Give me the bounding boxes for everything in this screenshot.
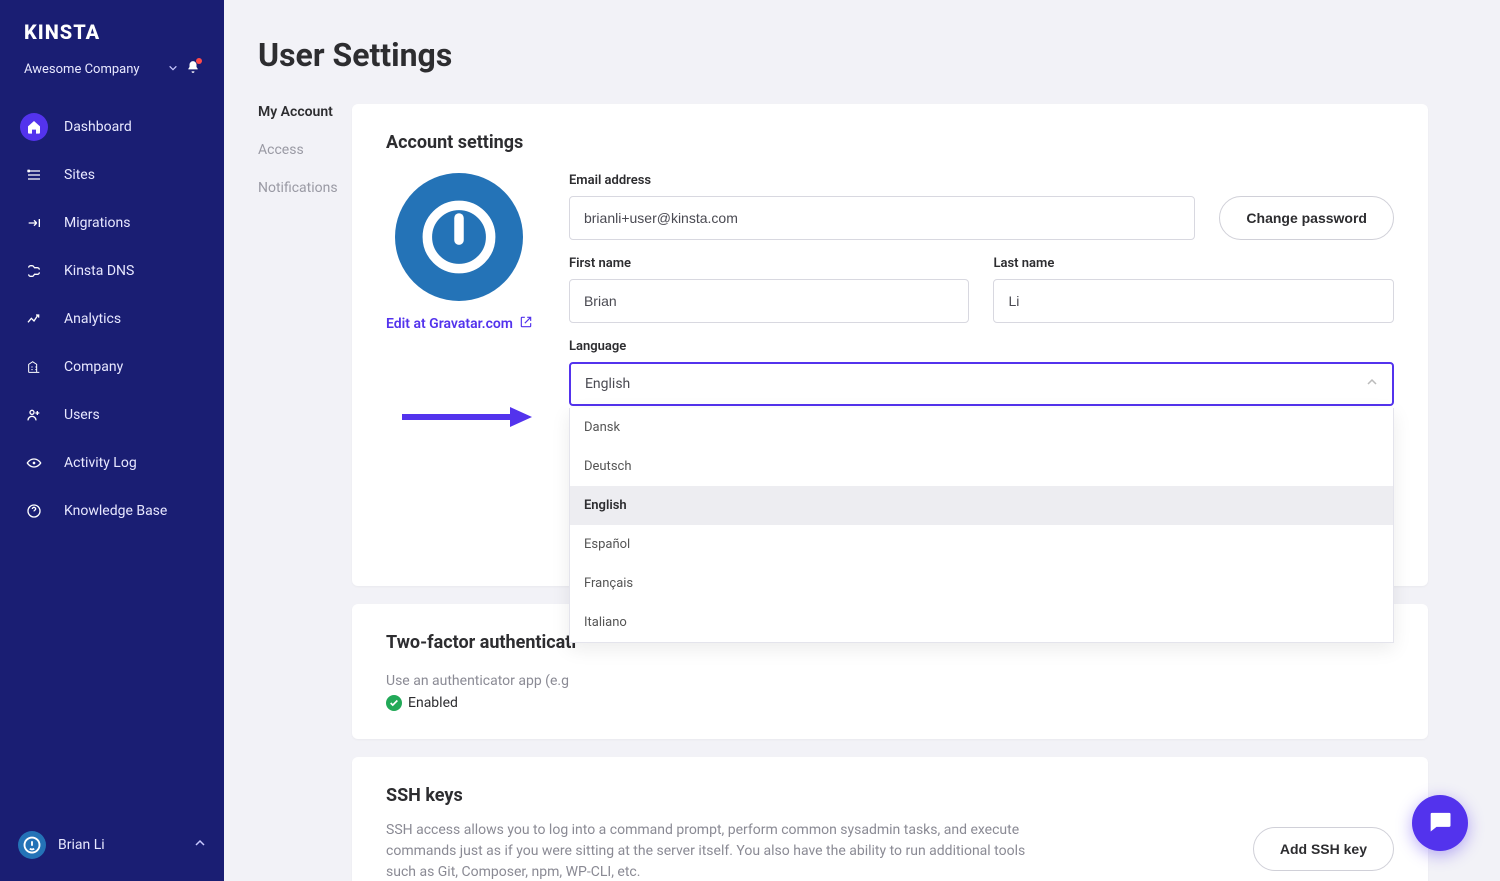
tfa-description: Use an authenticator app (e.g	[386, 673, 1394, 689]
notification-dot	[196, 58, 202, 64]
first-name-label: First name	[569, 256, 970, 271]
nav-label: Kinsta DNS	[64, 263, 134, 279]
eye-icon	[20, 449, 48, 477]
ssh-description: SSH access allows you to log into a comm…	[386, 820, 1036, 881]
chat-button[interactable]	[1412, 795, 1468, 851]
ssh-heading: SSH keys	[386, 785, 1229, 806]
language-dropdown: Dansk Deutsch English Español Français I…	[569, 408, 1394, 643]
nav-label: Analytics	[64, 311, 121, 327]
nav-migrations[interactable]: Migrations	[10, 200, 214, 246]
language-label: Language	[569, 339, 1394, 354]
email-label: Email address	[569, 173, 1195, 188]
language-option[interactable]: English	[570, 486, 1393, 525]
nav-dns[interactable]: Kinsta DNS	[10, 248, 214, 294]
page-title: User Settings	[224, 0, 1500, 74]
account-settings-heading: Account settings	[386, 132, 1394, 153]
nav-dashboard[interactable]: Dashboard	[10, 104, 214, 150]
last-name-field[interactable]	[993, 279, 1394, 323]
migrations-icon	[20, 209, 48, 237]
sites-icon	[20, 161, 48, 189]
users-icon	[20, 401, 48, 429]
home-icon	[20, 113, 48, 141]
nav-analytics[interactable]: Analytics	[10, 296, 214, 342]
gravatar-image	[395, 173, 523, 301]
chat-icon	[1426, 807, 1454, 839]
user-avatar-icon	[18, 831, 46, 859]
settings-subnav: My Account Access Notifications	[224, 104, 352, 881]
email-field[interactable]	[569, 196, 1195, 240]
nav-label: Sites	[64, 167, 95, 183]
tfa-status: Enabled	[408, 695, 458, 711]
first-name-field[interactable]	[569, 279, 970, 323]
sidebar: KINSTA Awesome Company Dashboard Sites	[0, 0, 224, 881]
help-icon	[20, 497, 48, 525]
primary-nav: Dashboard Sites Migrations Kinsta DNS An…	[0, 96, 224, 542]
chevron-up-icon	[194, 837, 206, 853]
language-option[interactable]: Italiano	[570, 603, 1393, 642]
chevron-down-icon	[168, 62, 178, 77]
language-option[interactable]: Dansk	[570, 408, 1393, 447]
change-password-button[interactable]: Change password	[1219, 196, 1394, 240]
notifications-bell-icon[interactable]	[186, 60, 200, 78]
subnav-notifications[interactable]: Notifications	[258, 180, 352, 196]
ssh-keys-card: SSH keys SSH access allows you to log in…	[352, 757, 1428, 881]
last-name-label: Last name	[993, 256, 1394, 271]
nav-label: Migrations	[64, 215, 131, 231]
company-selector[interactable]: Awesome Company	[0, 52, 224, 96]
subnav-my-account[interactable]: My Account	[258, 104, 352, 120]
external-link-icon	[519, 315, 533, 333]
company-name: Awesome Company	[24, 62, 140, 77]
sidebar-user-footer[interactable]: Brian Li	[0, 817, 224, 881]
nav-label: Company	[64, 359, 123, 375]
company-icon	[20, 353, 48, 381]
nav-company[interactable]: Company	[10, 344, 214, 390]
nav-label: Knowledge Base	[64, 503, 167, 519]
check-icon	[386, 695, 402, 711]
nav-label: Users	[64, 407, 100, 423]
nav-label: Activity Log	[64, 455, 137, 471]
nav-knowledge-base[interactable]: Knowledge Base	[10, 488, 214, 534]
analytics-icon	[20, 305, 48, 333]
nav-activity-log[interactable]: Activity Log	[10, 440, 214, 486]
nav-users[interactable]: Users	[10, 392, 214, 438]
user-name: Brian Li	[58, 837, 105, 853]
brand-logo: KINSTA	[0, 16, 224, 52]
subnav-access[interactable]: Access	[258, 142, 352, 158]
account-settings-card: Account settings Edit at Gravatar.com	[352, 104, 1428, 586]
chevron-up-icon	[1366, 376, 1378, 392]
nav-label: Dashboard	[64, 119, 132, 135]
add-ssh-key-button[interactable]: Add SSH key	[1253, 827, 1394, 871]
dns-icon	[20, 257, 48, 285]
language-selected-value: English	[585, 376, 630, 392]
language-select[interactable]: English	[569, 362, 1394, 406]
language-option[interactable]: Deutsch	[570, 447, 1393, 486]
language-option[interactable]: Español	[570, 525, 1393, 564]
gravatar-edit-link[interactable]: Edit at Gravatar.com	[386, 315, 533, 333]
nav-sites[interactable]: Sites	[10, 152, 214, 198]
language-option[interactable]: Français	[570, 564, 1393, 603]
